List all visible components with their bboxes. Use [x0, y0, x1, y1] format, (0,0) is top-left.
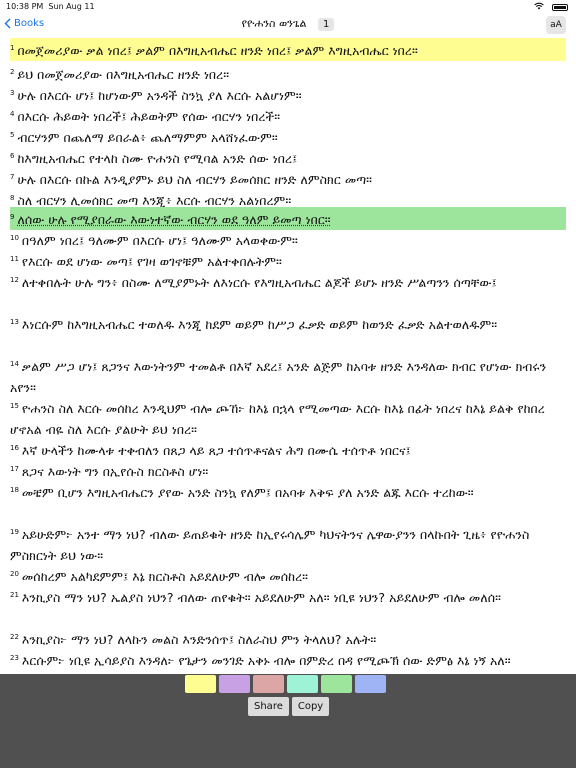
verse-number: 19 [10, 528, 19, 536]
navigation-bar: Books የዮሐንስ ወንጌል 1 aA [0, 14, 576, 38]
verse-18[interactable]: 18 መቼም ቢሆን እግዚአብሔርን ያየው አንድ ስንኳ የለም፤ በአባቱ… [10, 480, 566, 503]
verse-text: እኛ ሁላችን ከሙላቱ ተቀብለን በጸጋ ላይ ጸጋ ተሰጥቶናልና ሕግ … [21, 443, 411, 459]
verse-number: 5 [10, 131, 15, 139]
verse-text: ሁሉ በእርሱ ሆነ፤ ከሆነውም አንዳች ስንኳ ያለ እርሱ አልሆነም። [17, 88, 302, 104]
verse-5[interactable]: 5 ብርሃንም በጨለማ ይበራል፥ ጨለማምም አላሸነፈውም። [10, 125, 566, 148]
status-clock: 10:38 PM [6, 2, 44, 11]
verse-text: አይሁድም፦ አንተ ማን ነህ? ብለው ይጠይቁት ዘንድ ከኢየሩሳሌም … [10, 527, 530, 564]
verse-15[interactable]: 15 ዮሐንስ ስለ እርሱ መሰከረ እንዲህም ብሎ ጮኸ፦ ከእኔ በኋላ … [10, 396, 566, 440]
verse-number: 11 [10, 255, 19, 263]
verse-10[interactable]: 10 በዓለም ነበረ፤ ዓለሙም በእርሱ ሆነ፤ ዓለሙም አላወቀውም። [10, 228, 566, 251]
verse-text: የእርሱ ወደ ሆነው መጣ፤ የገዛ ወገኖቹም አልተቀበሉትም። [21, 254, 282, 270]
verse-text: መሰከረም አልካደምም፤ እኔ ክርስቶስ አይደለሁም ብሎ መሰከረ። [21, 569, 309, 585]
verse-13[interactable]: 13 እነርሱም ከእግዚአብሔር ተወለዱ እንጂ ከደም ወይም ከሥጋ ፈቃ… [10, 312, 566, 335]
verse-text: ሁሉ በእርሱ በኩል እንዲያምኑ ይህ ስለ ብርሃን ይመሰክር ዘንድ … [17, 172, 373, 188]
book-title-area: የዮሐንስ ወንጌል 1 [0, 17, 576, 31]
verse-text: መቼም ቢሆን እግዚአብሔርን ያየው አንድ ስንኳ የለም፤ በአባቱ እ… [21, 485, 474, 501]
verse-text: ይህ በመጀመሪያው በእግዚአብሔር ዘንድ ነበረ። [17, 67, 230, 83]
verse-number: 21 [10, 591, 19, 599]
verse-22[interactable]: 22 እንኪያስ፦ ማን ነህ? ለላኩን መልስ እንድንሰጥ፤ ስለራስህ ም… [10, 627, 566, 650]
verse-text: ዮሐንስ ስለ እርሱ መሰከረ እንዲህም ብሎ ጮኸ፦ ከእኔ በኋላ የሚ… [10, 401, 545, 438]
verse-14[interactable]: 14 ቃልም ሥጋ ሆነ፤ ጸጋንና እውነትንም ተመልቶ በእኛ አደረ፤ አ… [10, 354, 566, 398]
share-button[interactable]: Share [248, 697, 289, 716]
verse-number: 7 [10, 173, 15, 181]
verse-number: 4 [10, 110, 15, 118]
swatch-green[interactable] [321, 675, 352, 693]
swatch-yellow[interactable] [185, 675, 216, 693]
verse-text: ስለ ብርሃን ሊመሰክር መጣ እንጂ፥ እርሱ ብርሃን አልነበረም። [17, 193, 292, 209]
status-bar: 10:38 PM Sun Aug 11 [0, 0, 576, 14]
verse-text: እነርሱም ከእግዚአብሔር ተወለዱ እንጂ ከደም ወይም ከሥጋ ፈቃድ … [21, 317, 498, 333]
verse-text: እንኪያስ፦ ማን ነህ? ለላኩን መልስ እንድንሰጥ፤ ስለራስህ ምን … [21, 632, 377, 648]
status-icons [534, 2, 568, 12]
verse-text: ከእግዚአብሔር የተላከ ስሙ ዮሐንስ የሚባል አንድ ሰው ነበረ፤ [17, 151, 298, 167]
verse-number: 23 [10, 654, 19, 662]
verse-16[interactable]: 16 እኛ ሁላችን ከሙላቱ ተቀብለን በጸጋ ላይ ጸጋ ተሰጥቶናልና ሕ… [10, 438, 566, 461]
verse-text: እንኪያስ ማን ነህ? ኤልያስ ነህን? ብለው ጠየቁት። አይደለሁም … [21, 590, 501, 606]
book-title[interactable]: የዮሐንስ ወንጌል [242, 17, 307, 30]
verse-number: 15 [10, 402, 19, 410]
verse-number: 10 [10, 234, 19, 242]
swatch-teal[interactable] [287, 675, 318, 693]
verse-number: 3 [10, 89, 15, 97]
verse-text: ለተቀበሉት ሁሉ ግን፥ በስሙ ለሚያምኑት ለእነርሱ የእግዚአብሔር … [21, 275, 497, 291]
verse-number: 9 [10, 213, 15, 221]
verse-number: 14 [10, 360, 19, 368]
verse-1[interactable]: 1 በመጀመሪያው ቃል ነበረ፤ ቃልም በእግዚአብሔር ዘንድ ነበረ፤ ቃ… [10, 38, 566, 62]
verse-number: 12 [10, 276, 19, 284]
verse-number: 13 [10, 318, 19, 326]
chapter-text[interactable]: 1 በመጀመሪያው ቃል ነበረ፤ ቃልም በእግዚአብሔር ዘንድ ነበረ፤ ቃ… [0, 38, 576, 674]
verse-number: 22 [10, 633, 19, 641]
verse-number: 20 [10, 570, 19, 578]
swatch-pink[interactable] [253, 675, 284, 693]
verse-number: 2 [10, 68, 15, 76]
swatch-purple[interactable] [219, 675, 250, 693]
verse-11[interactable]: 11 የእርሱ ወደ ሆነው መጣ፤ የገዛ ወገኖቹም አልተቀበሉትም። [10, 249, 566, 272]
highlight-panel: Share Copy [0, 674, 576, 768]
verse-number: 1 [10, 44, 15, 52]
verse-9[interactable]: 9 ለሰው ሁሉ የሚያበራው እውነተኛው ብርሃን ወደ ዓለም ይመጣ ነበ… [10, 207, 566, 231]
chapter-selector[interactable]: 1 [317, 18, 335, 31]
verse-number: 16 [10, 444, 19, 452]
verse-text: ለሰው ሁሉ የሚያበራው እውነተኛው ብርሃን ወደ ዓለም ይመጣ ነበር… [17, 212, 331, 228]
battery-icon [552, 3, 568, 11]
verse-number: 8 [10, 194, 15, 202]
verse-number: 18 [10, 486, 19, 494]
verse-text: በመጀመሪያው ቃል ነበረ፤ ቃልም በእግዚአብሔር ዘንድ ነበረ፤ ቃል… [17, 43, 418, 59]
verse-text: ብርሃንም በጨለማ ይበራል፥ ጨለማምም አላሸነፈውም። [17, 130, 278, 146]
action-buttons: Share Copy [248, 697, 330, 716]
font-size-button[interactable]: aA [546, 16, 566, 34]
verse-17[interactable]: 17 ጸጋና እውነት ግን በኢየሱስ ክርስቶስ ሆነ። [10, 459, 566, 482]
verse-23[interactable]: 23 እርሱም፦ ነቢዩ ኢሳይያስ እንዳለ፦ የጌታን መንገድ አቅኑ ብሎ… [10, 648, 566, 671]
status-date: Sun Aug 11 [48, 2, 95, 11]
verse-21[interactable]: 21 እንኪያስ ማን ነህ? ኤልያስ ነህን? ብለው ጠየቁት። አይደለሁ… [10, 585, 566, 608]
verse-number: 17 [10, 465, 19, 473]
verse-text: ቃልም ሥጋ ሆነ፤ ጸጋንና እውነትንም ተመልቶ በእኛ አደረ፤ አንድ… [10, 359, 547, 396]
verse-4[interactable]: 4 በእርሱ ሕይወት ነበረች፤ ሕይወትም የሰው ብርሃን ነበረች። [10, 104, 566, 127]
highlight-color-swatches [185, 675, 386, 693]
verse-text: በእርሱ ሕይወት ነበረች፤ ሕይወትም የሰው ብርሃን ነበረች። [17, 109, 281, 125]
wifi-icon [534, 2, 544, 12]
verse-text: እርሱም፦ ነቢዩ ኢሳይያስ እንዳለ፦ የጌታን መንገድ አቅኑ ብሎ በ… [21, 653, 511, 669]
verse-3[interactable]: 3 ሁሉ በእርሱ ሆነ፤ ከሆነውም አንዳች ስንኳ ያለ እርሱ አልሆነም… [10, 83, 566, 106]
verse-19[interactable]: 19 አይሁድም፦ አንተ ማን ነህ? ብለው ይጠይቁት ዘንድ ከኢየሩሳሌ… [10, 522, 566, 566]
verse-text: ጸጋና እውነት ግን በኢየሱስ ክርስቶስ ሆነ። [21, 464, 209, 480]
verse-2[interactable]: 2 ይህ በመጀመሪያው በእግዚአብሔር ዘንድ ነበረ። [10, 62, 566, 85]
verse-20[interactable]: 20 መሰከረም አልካደምም፤ እኔ ክርስቶስ አይደለሁም ብሎ መሰከረ። [10, 564, 566, 587]
status-time: 10:38 PM Sun Aug 11 [6, 2, 95, 11]
verse-6[interactable]: 6 ከእግዚአብሔር የተላከ ስሙ ዮሐንስ የሚባል አንድ ሰው ነበረ፤ [10, 146, 566, 169]
verse-text: በዓለም ነበረ፤ ዓለሙም በእርሱ ሆነ፤ ዓለሙም አላወቀውም። [21, 233, 298, 249]
copy-button[interactable]: Copy [291, 697, 330, 716]
verse-12[interactable]: 12 ለተቀበሉት ሁሉ ግን፥ በስሙ ለሚያምኑት ለእነርሱ የእግዚአብሔ… [10, 270, 566, 293]
swatch-blue[interactable] [355, 675, 386, 693]
verse-number: 6 [10, 152, 15, 160]
verse-7[interactable]: 7 ሁሉ በእርሱ በኩል እንዲያምኑ ይህ ስለ ብርሃን ይመሰክር ዘንድ… [10, 167, 566, 190]
